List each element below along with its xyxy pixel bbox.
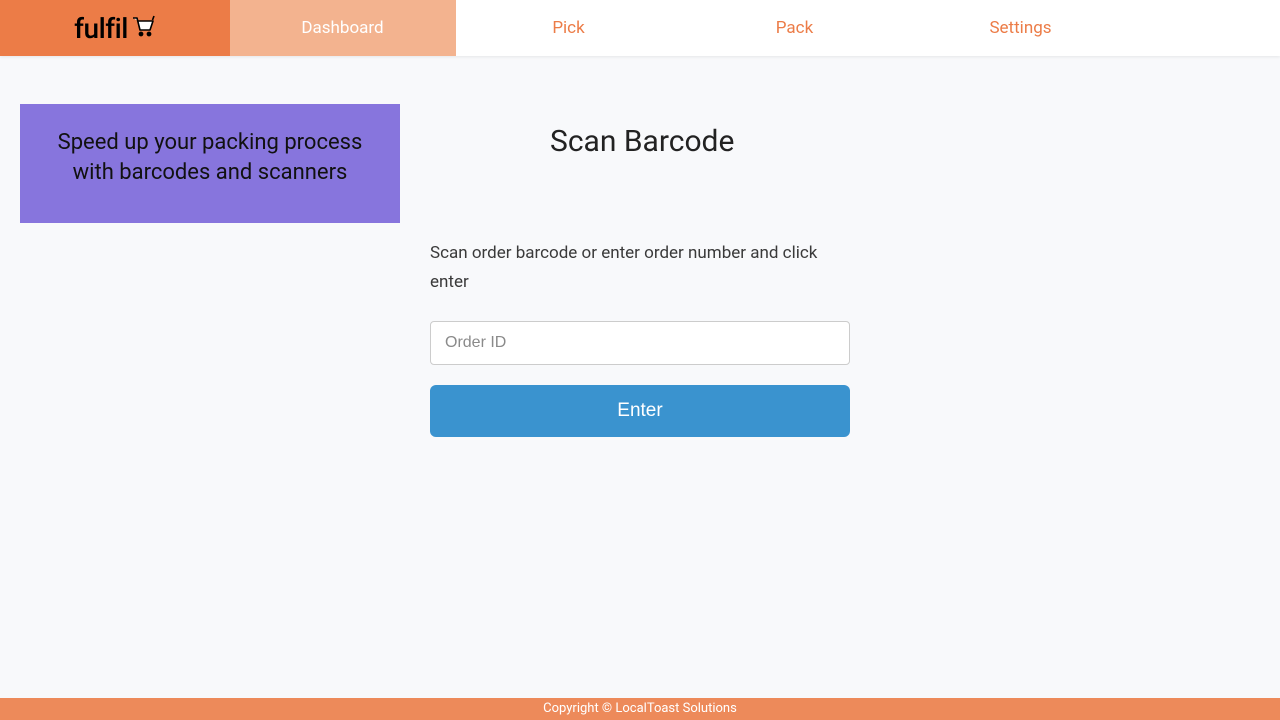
nav-tab-label: Pack — [776, 18, 813, 38]
nav-tab-dashboard[interactable]: Dashboard — [230, 0, 456, 56]
footer: Copyright © LocalToast Solutions — [0, 698, 1280, 720]
nav-tab-settings[interactable]: Settings — [908, 0, 1134, 56]
brand-name-text: fulfil — [74, 12, 128, 45]
brand-name: fulfil — [74, 12, 156, 45]
cart-icon — [130, 12, 156, 45]
scan-panel: Scan Barcode Scan order barcode or enter… — [430, 104, 850, 437]
nav-tab-pick[interactable]: Pick — [456, 0, 682, 56]
scan-title: Scan Barcode — [550, 124, 850, 159]
nav-tab-label: Pick — [552, 18, 584, 38]
order-id-input[interactable] — [430, 321, 850, 365]
nav-tab-pack[interactable]: Pack — [682, 0, 908, 56]
promo-card: Speed up your packing process with barco… — [20, 104, 400, 223]
scan-instruction: Scan order barcode or enter order number… — [430, 239, 850, 297]
footer-text: Copyright © LocalToast Solutions — [543, 701, 737, 716]
promo-text: Speed up your packing process with barco… — [58, 130, 363, 185]
nav-tab-label: Settings — [989, 18, 1051, 38]
brand-logo[interactable]: fulfil — [0, 0, 230, 56]
nav-tab-label: Dashboard — [301, 18, 383, 38]
top-nav: fulfil Dashboard Pick Pack Settings — [0, 0, 1280, 56]
enter-button[interactable]: Enter — [430, 385, 850, 437]
content-area: Speed up your packing process with barco… — [0, 56, 1280, 437]
